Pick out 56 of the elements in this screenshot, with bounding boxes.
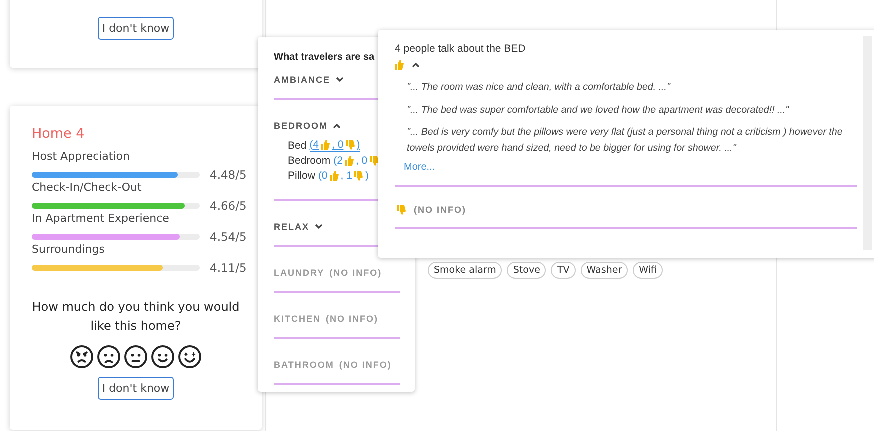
thumbs-up-icon (344, 156, 354, 166)
angry-face-icon[interactable] (70, 345, 94, 370)
thumbs-up-icon (321, 140, 330, 150)
amenity-tag: Wifi (633, 262, 663, 279)
vote-count-link[interactable]: (2 , 0 (334, 155, 379, 167)
amenity-tag: Smoke alarm (428, 262, 502, 279)
thumbs-down-icon (370, 156, 379, 166)
section-title[interactable]: BEDROOM (274, 121, 328, 131)
vote-count-link[interactable]: (0 , 1 ) (318, 170, 369, 182)
section-title[interactable]: LAUNDRY (274, 268, 325, 278)
metric-score: 4.66/5 (210, 199, 247, 213)
popover-heading: What travelers are sa (274, 52, 376, 63)
review-quote: "... Bed is very comfy but the pillows were very flat (just a personal thing not a criticism ) however the towels provided were hand sized, need to be bigger for using for shower. ..." (407, 126, 844, 156)
section-title[interactable]: RELAX (274, 222, 310, 232)
i-dont-know-button[interactable]: I don't know (98, 17, 174, 40)
amenity-tag: Stove (507, 262, 546, 279)
caret-up-icon[interactable] (333, 123, 341, 129)
thumbs-down-icon (346, 140, 355, 150)
caret-down-icon[interactable] (336, 77, 344, 83)
section-title[interactable]: AMBIANCE (274, 75, 330, 85)
thumbs-up-icon (395, 60, 404, 70)
no-info-label: (NO INFO) (339, 360, 392, 370)
thumbs-up-icon (330, 171, 339, 181)
rating-question: How much do you think you would like this home? (32, 299, 240, 335)
i-dont-know-button[interactable]: I don't know (98, 377, 174, 400)
thumbs-down-icon (397, 204, 406, 215)
review-quote: "... The room was nice and clean, with a comfortable bed. ..." (407, 81, 672, 95)
neutral-face-icon[interactable] (124, 345, 148, 370)
more-link[interactable]: More... (404, 162, 847, 173)
metric-score: 4.11/5 (210, 261, 247, 275)
topic-label: Bed (288, 140, 307, 152)
sad-face-icon[interactable] (97, 345, 121, 370)
metric-score: 4.54/5 (210, 230, 247, 244)
popover-title: 4 people talk about the BED (395, 43, 527, 55)
thumbs-down-icon (354, 171, 364, 181)
smiling-face-icon[interactable] (151, 345, 175, 370)
topic-label: Bedroom (288, 155, 331, 167)
vote-count-link[interactable]: (4 , 0 ) (310, 139, 360, 152)
metric-label: Surroundings (32, 243, 106, 256)
review-quote: "... The bed was super comfortable and we loved how the apartment was decorated!! ..." (407, 104, 790, 118)
home-title: Home 4 (32, 126, 86, 142)
grinning-face-icon[interactable] (178, 345, 202, 370)
caret-up-icon[interactable] (412, 62, 420, 68)
section-title[interactable]: KITCHEN (274, 314, 321, 324)
amenity-tag: TV (551, 262, 576, 279)
no-info-label: (NO INFO) (330, 268, 382, 278)
topic-label: Pillow (288, 170, 316, 182)
no-info-label: (NO INFO) (414, 204, 466, 215)
amenity-tag: Washer (580, 262, 628, 279)
metric-label: In Apartment Experience (32, 212, 170, 225)
metric-score: 4.48/5 (210, 168, 247, 182)
caret-down-icon[interactable] (314, 224, 323, 230)
no-info-label: (NO INFO) (326, 314, 378, 324)
metric-label: Check-In/Check-Out (32, 181, 143, 194)
section-title[interactable]: BATHROOM (274, 360, 334, 370)
metric-label: Host Appreciation (32, 150, 131, 163)
